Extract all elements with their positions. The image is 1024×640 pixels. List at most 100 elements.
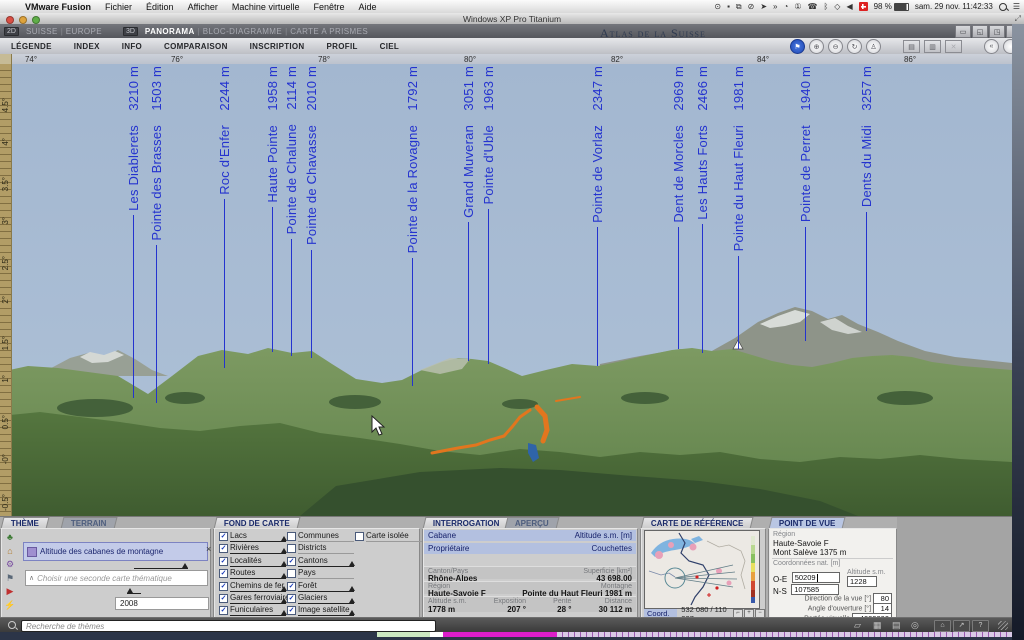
checkbox-rivi-res[interactable]: ✓ [219, 544, 228, 553]
displays-menu-icon[interactable]: ⧉ [736, 2, 742, 12]
mac-menu-item[interactable]: Afficher [181, 2, 225, 12]
spaces-menu-icon[interactable]: ➤ [760, 2, 767, 11]
vm-resize-icon[interactable]: ⤢ [1015, 14, 1021, 24]
app-menu-légende[interactable]: LÉGENDE [0, 42, 63, 51]
home-button[interactable]: ⌂ [934, 620, 951, 632]
swiss-flag-icon[interactable] [859, 2, 868, 11]
transport-theme-icon[interactable]: ▶ [4, 586, 16, 597]
app-menu-profil[interactable]: PROFIL [316, 42, 369, 51]
app-menu-inscription[interactable]: INSCRIPTION [239, 42, 316, 51]
mac-menu-item[interactable]: Édition [139, 2, 181, 12]
checkbox-lacs[interactable]: ✓ [219, 532, 228, 541]
checkbox-pays[interactable] [287, 569, 296, 578]
layer-opacity-slider[interactable] [230, 603, 286, 604]
theme-slider-thumb[interactable] [182, 563, 188, 568]
checkbox-districts[interactable] [287, 544, 296, 553]
export-icon[interactable]: ▦ [873, 620, 882, 631]
year-slider[interactable] [127, 593, 141, 594]
checkbox-communes[interactable] [287, 532, 296, 541]
layer-slider-thumb[interactable] [349, 586, 355, 591]
checkbox-carte-isol-e[interactable] [355, 532, 364, 541]
print-icon[interactable]: ▤ [892, 620, 901, 631]
mac-menu-item[interactable]: Machine virtuelle [225, 2, 307, 12]
checkbox-localit-s[interactable]: ✓ [219, 557, 228, 566]
web-icon[interactable]: ◎ [911, 620, 919, 631]
layer-opacity-slider[interactable] [298, 541, 354, 542]
app-menu-comparaison[interactable]: COMPARAISON [153, 42, 239, 51]
battery-indicator[interactable]: 98 % [874, 2, 909, 11]
state-theme-icon[interactable]: ⚑ [4, 573, 16, 584]
query-row-cabane[interactable]: Cabane Altitude s.m. [m] [424, 530, 636, 541]
layer-slider-thumb[interactable] [349, 598, 355, 603]
layout-split-button[interactable]: ▥ [924, 40, 941, 53]
help-button[interactable]: ? [972, 620, 989, 632]
reference-map[interactable] [644, 530, 760, 609]
layer-opacity-slider[interactable] [298, 553, 354, 554]
clock-menu-icon[interactable]: ◔ [784, 2, 789, 11]
layout-off-button[interactable]: ✕ [945, 40, 962, 53]
layer-opacity-slider[interactable] [366, 541, 422, 542]
viewpoint-button[interactable]: ♙ [866, 39, 881, 54]
navigate-flag-button[interactable]: ⚑ [790, 39, 805, 54]
phone-menu-icon[interactable]: ☎ [808, 2, 818, 11]
layer-opacity-slider[interactable] [298, 591, 354, 592]
second-theme-combo[interactable]: ∧ Choisir une seconde carte thématique [25, 570, 208, 586]
layer-slider-thumb[interactable] [349, 561, 355, 566]
layer-opacity-slider[interactable] [298, 566, 354, 567]
app-menu-ciel[interactable]: CIEL [369, 42, 410, 51]
year-field[interactable]: 2008 [115, 597, 209, 610]
checkbox-image-satellite[interactable]: ✓ [287, 606, 296, 615]
tab-suisse[interactable]: SUISSE [23, 27, 61, 36]
sync-menu-icon[interactable]: ⊙ [714, 2, 721, 11]
menubar-clock[interactable]: sam. 29 nov. 11:42:33 [915, 2, 993, 11]
zoom-out-button[interactable]: ⊖ [828, 39, 843, 54]
layer-opacity-slider[interactable] [230, 566, 286, 567]
wifi-menu-icon[interactable]: ◇ [834, 2, 840, 11]
accessibility-menu-icon[interactable]: ① [794, 2, 801, 11]
checkbox-chemins-de-fer[interactable]: ✓ [219, 582, 228, 591]
tab-bloc-diagramme[interactable]: BLOC-DIAGRAMME [200, 27, 285, 36]
tab-carte-a-prismes[interactable]: CARTE A PRISMES [287, 27, 371, 36]
mac-menu-item[interactable]: Fenêtre [306, 2, 351, 12]
layer-opacity-slider[interactable] [298, 603, 354, 604]
layer-opacity-slider[interactable] [298, 578, 354, 579]
society-theme-icon[interactable]: ⚙ [4, 559, 16, 570]
collapse-panel-button[interactable]: « [984, 39, 999, 54]
checkbox-funiculaires[interactable]: ✓ [219, 606, 228, 615]
layer-opacity-slider[interactable] [230, 541, 286, 542]
theme-search-input[interactable] [21, 620, 436, 632]
layout-single-button[interactable]: ▤ [903, 40, 920, 53]
minimize-button[interactable]: ▭ [955, 25, 971, 38]
resize-grip[interactable] [998, 621, 1008, 630]
link-button[interactable]: ↗ [953, 620, 970, 632]
nature-theme-icon[interactable]: ♣ [4, 532, 16, 543]
energy-theme-icon[interactable]: ⚡ [4, 600, 16, 611]
checkbox-glaciers[interactable]: ✓ [287, 594, 296, 603]
pan-button[interactable]: ↻ [847, 39, 862, 54]
mac-menu-item[interactable]: Fichier [98, 2, 139, 12]
checkbox-for-t[interactable]: ✓ [287, 582, 296, 591]
vm-menu-icon[interactable]: ▪ [727, 2, 730, 11]
layer-slider-thumb[interactable] [349, 610, 355, 615]
tab-europe[interactable]: EUROPE [63, 27, 105, 36]
zoom-in-button[interactable]: ⊕ [809, 39, 824, 54]
remove-theme-button[interactable]: × [206, 544, 211, 554]
mac-menu-item[interactable]: VMware Fusion [18, 2, 98, 12]
checkbox-cantons[interactable]: ✓ [287, 557, 296, 566]
fastforward-menu-icon[interactable]: » [773, 2, 777, 11]
theme-opacity-slider[interactable] [134, 568, 188, 569]
app-menu-index[interactable]: INDEX [63, 42, 111, 51]
timemachine-menu-icon[interactable]: ⊘ [748, 2, 755, 11]
checkbox-gares-ferroviaires[interactable]: ✓ [219, 594, 228, 603]
layer-opacity-slider[interactable] [230, 553, 286, 554]
altitude-field[interactable]: 1228 [847, 576, 877, 587]
query-row-proprietaire[interactable]: Propriétaire Couchettes [424, 543, 636, 554]
maximize-button[interactable]: ◳ [989, 25, 1005, 38]
notification-list-icon[interactable]: ☰ [1013, 2, 1020, 11]
layer-opacity-slider[interactable] [230, 578, 286, 579]
restore-button[interactable]: ◱ [972, 25, 988, 38]
layer-opacity-slider[interactable] [230, 591, 286, 592]
mac-menu-item[interactable]: Aide [351, 2, 383, 12]
open-file-icon[interactable]: ▱ [854, 620, 861, 631]
buildings-theme-icon[interactable]: ⌂ [4, 546, 16, 557]
